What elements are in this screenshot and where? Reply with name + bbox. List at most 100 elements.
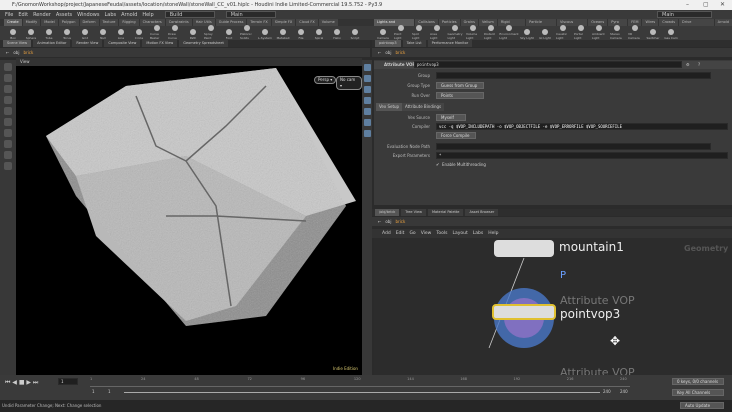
render-region-icon[interactable] xyxy=(4,162,12,170)
shelf-tool[interactable]: Volume Light xyxy=(466,25,480,40)
shelf-tab[interactable]: Simple FX xyxy=(271,19,296,26)
shelf-tool[interactable]: Stereo Camera xyxy=(610,25,624,40)
menu-render[interactable]: Render xyxy=(33,12,51,18)
shelf-tool[interactable]: Draw Curve xyxy=(168,25,182,40)
shelf-tool[interactable]: Environment Light xyxy=(499,25,519,40)
close-button[interactable]: ✕ xyxy=(720,0,725,10)
end-frame-2[interactable]: 240 xyxy=(620,389,628,394)
tab-attribute-bindings[interactable]: Attribute Bindings xyxy=(402,103,445,111)
display-option-icon[interactable] xyxy=(363,64,371,71)
shelf-tool[interactable]: Font xyxy=(222,29,236,40)
tab-animation-editor[interactable]: Animation Editor xyxy=(33,40,71,47)
net-menu-help[interactable]: Help xyxy=(488,229,498,238)
shelf-tool[interactable]: Sphere xyxy=(24,29,38,40)
path-brick[interactable]: brick xyxy=(395,50,405,55)
shelf-tool[interactable]: Grid xyxy=(78,29,92,40)
rotate-tool-icon[interactable] xyxy=(4,85,12,93)
shelf-tool[interactable]: File xyxy=(294,29,308,40)
shelf-tab[interactable]: Create xyxy=(4,19,22,26)
shelf-tool[interactable]: Distant Light xyxy=(484,25,498,40)
shelf-tab[interactable]: Drive Simulation xyxy=(679,19,714,31)
net-menu-view[interactable]: View xyxy=(421,229,432,238)
path-brick[interactable]: brick xyxy=(23,50,33,55)
net-menu-add[interactable]: Add xyxy=(382,229,391,238)
timeline-ruler[interactable]: 1 24 48 72 96 120 144 168 192 216 240 xyxy=(90,375,630,387)
menu-help[interactable]: Help xyxy=(142,12,153,18)
group-field[interactable] xyxy=(436,72,711,79)
view-tool-icon[interactable] xyxy=(4,129,12,137)
shelf-tab[interactable]: Deform xyxy=(79,19,99,26)
menu-labs[interactable]: Labs xyxy=(104,12,116,18)
menu-edit[interactable]: Edit xyxy=(18,12,28,18)
pose-tool-icon[interactable] xyxy=(4,118,12,126)
desktop-main-select[interactable]: Main xyxy=(225,11,276,18)
shelf-tool[interactable]: Tube xyxy=(42,29,56,40)
shelf-tool[interactable]: Gas Cam xyxy=(664,29,678,40)
path-brick[interactable]: brick xyxy=(395,219,405,224)
shelf-tab[interactable]: Model xyxy=(41,19,58,26)
shelf-tool[interactable]: VR Camera xyxy=(628,25,642,40)
tab-vex-setup[interactable]: Vex Setup xyxy=(376,103,403,111)
shelf-tool[interactable]: Portal Light xyxy=(574,25,588,40)
end-frame[interactable]: 240 xyxy=(603,389,611,394)
force-compile-button[interactable]: Force Compile xyxy=(436,132,476,139)
tab-motion-fx-view[interactable]: Motion FX View xyxy=(142,40,178,47)
back-icon[interactable]: ← xyxy=(378,219,381,224)
scene-viewport[interactable]: Persp ▾ No cam ▾ Indie Edition xyxy=(16,66,362,375)
shelf-tool[interactable]: Platonic Solids xyxy=(240,25,254,40)
shelf-tab[interactable]: Rigging xyxy=(119,19,139,26)
camera-menu[interactable]: No cam ▾ xyxy=(336,76,362,90)
net-menu-tools[interactable]: Tools xyxy=(436,229,447,238)
multithreading-checkbox[interactable]: ✔ xyxy=(436,161,439,169)
shelf-tool[interactable]: Camera xyxy=(376,29,390,40)
back-icon[interactable]: ← xyxy=(6,50,9,55)
node-pointvop3[interactable] xyxy=(492,304,556,320)
shelf-tool[interactable]: Ambient Light xyxy=(592,25,606,40)
current-frame-field[interactable]: 1 xyxy=(58,378,78,385)
shelf-tool[interactable]: Switcher xyxy=(646,29,660,40)
playback-controls[interactable]: ⏮ ◀ ■ ▶ ⏭ xyxy=(5,379,38,387)
shelf-tab[interactable]: Modify xyxy=(22,19,41,26)
shelf-tool[interactable]: Metaball xyxy=(276,29,290,40)
eval-path-field[interactable] xyxy=(436,143,711,150)
move-tool-icon[interactable] xyxy=(4,74,12,82)
node-mountain1[interactable] xyxy=(494,240,554,257)
shelf-tool[interactable]: GI Light xyxy=(538,29,552,40)
shelf-tool[interactable]: Helix xyxy=(330,29,344,40)
compiler-field[interactable]: vcc -q $VOP_INCLUDEPATH -o $VOP_OBJECTFI… xyxy=(436,123,728,130)
tab-asset-browser[interactable]: Asset Browser xyxy=(465,209,499,216)
tab-performance-monitor[interactable]: Performance Monitor xyxy=(427,40,473,47)
shelf-tab[interactable]: Texture xyxy=(99,19,119,26)
network-editor[interactable]: Geometry mountain1 P Attribute VOP point… xyxy=(374,238,732,375)
tab-pointvop3[interactable]: pointvop3 xyxy=(375,40,401,47)
path-obj[interactable]: obj xyxy=(13,50,19,55)
shelf-tool[interactable]: L-System xyxy=(258,29,272,40)
net-menu-edit[interactable]: Edit xyxy=(396,229,405,238)
tab-material-palette[interactable]: Material Palette xyxy=(428,209,464,216)
group-type-select[interactable]: Guess from Group xyxy=(436,82,484,89)
lights-icon[interactable] xyxy=(363,130,371,137)
tab-network[interactable]: /obj/brick xyxy=(375,209,400,216)
shelf-tool[interactable]: Script xyxy=(348,29,362,40)
path-obj[interactable]: obj xyxy=(385,219,391,224)
net-menu-go[interactable]: Go xyxy=(409,229,415,238)
shelf-tool[interactable]: Box xyxy=(6,29,20,40)
handle-tool-icon[interactable] xyxy=(4,107,12,115)
vex-source-select[interactable]: Myself xyxy=(436,114,466,121)
tab-tree-view[interactable]: Tree View xyxy=(401,209,426,216)
path-obj[interactable]: obj xyxy=(385,50,391,55)
shelf-tool[interactable]: Geometry Light xyxy=(448,25,462,40)
start-frame[interactable]: 1 xyxy=(92,389,95,394)
net-menu-labs[interactable]: Labs xyxy=(473,229,483,238)
shelf-tool[interactable]: Path xyxy=(186,29,200,40)
keys-channels-button[interactable]: 0 keys, 0/0 channels xyxy=(672,378,724,385)
tab-geometry-spreadsheet[interactable]: Geometry Spreadsheet xyxy=(179,40,228,47)
tab-take-list[interactable]: Take List xyxy=(402,40,426,47)
gear-icon[interactable]: ⚙ xyxy=(686,61,690,69)
shelf-tab[interactable]: Volume xyxy=(318,19,338,26)
shelf-tool[interactable]: Area Light xyxy=(430,25,444,40)
magnet-icon[interactable] xyxy=(4,151,12,159)
tab-scene-view[interactable]: Scene View xyxy=(3,40,32,47)
shelf-tool[interactable]: Spot Light xyxy=(412,25,426,40)
node-name-field[interactable]: pointvop3 xyxy=(414,61,682,68)
